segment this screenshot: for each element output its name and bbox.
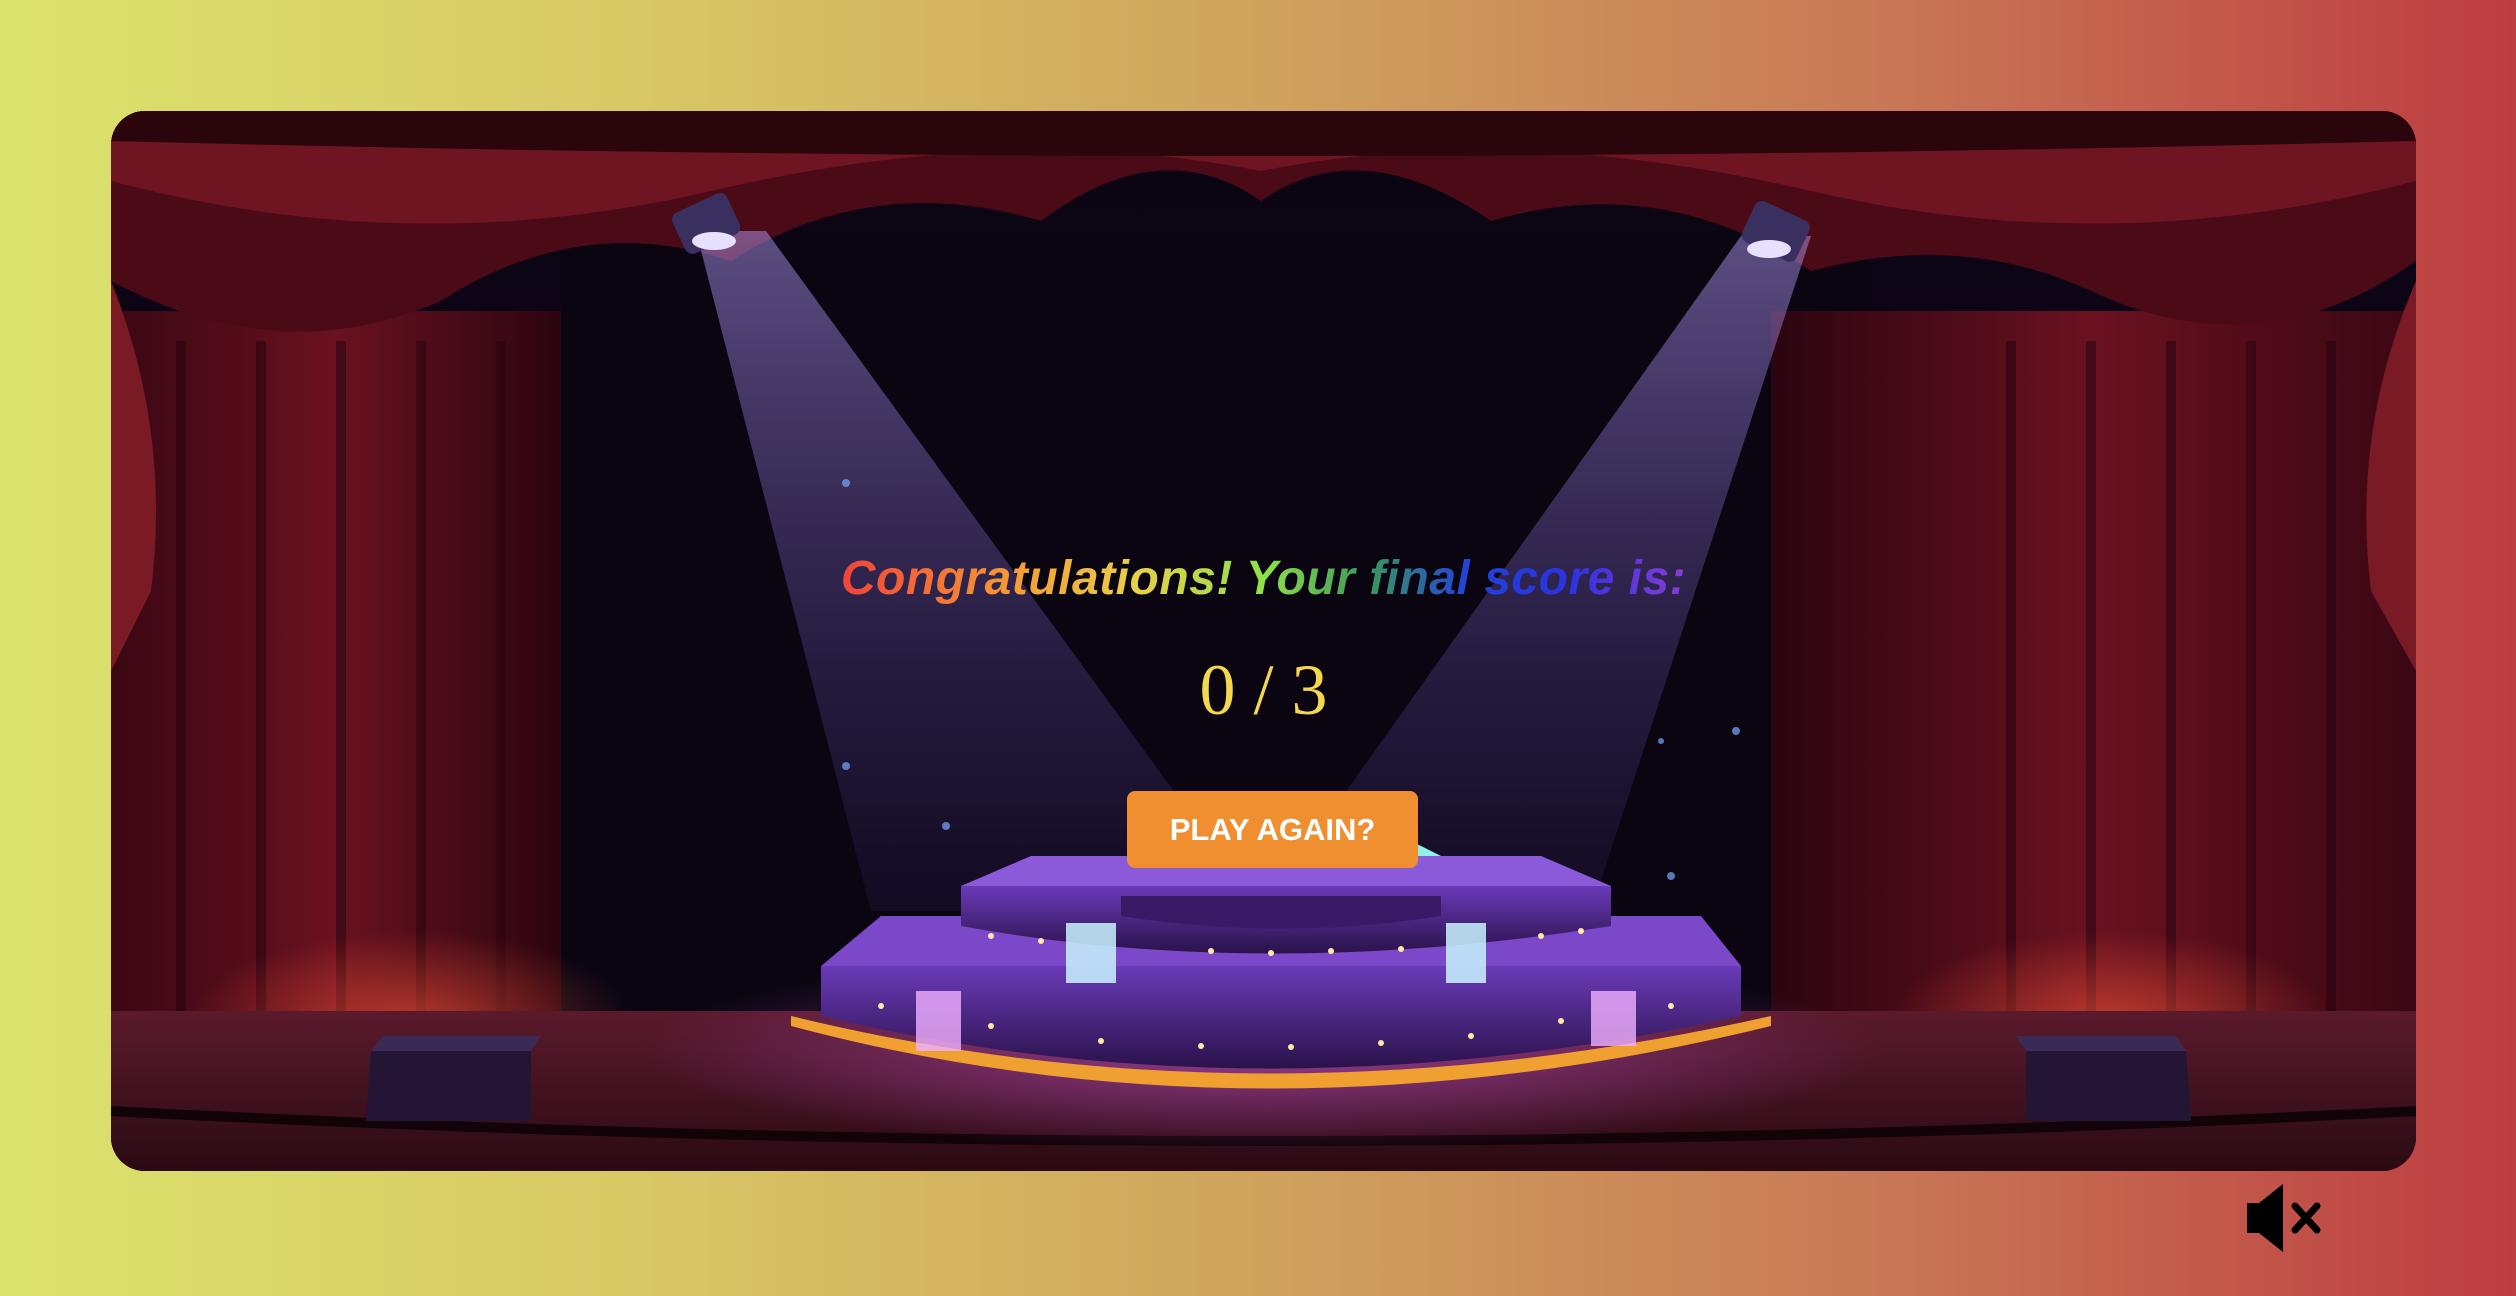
game-stage: Congratulations! Your final score is: 0 … <box>111 111 2416 1171</box>
play-again-button[interactable]: PLAY AGAIN? <box>1127 791 1418 868</box>
final-score: 0 / 3 <box>1199 650 1328 730</box>
speaker-muted-icon[interactable] <box>2245 1178 2329 1258</box>
congratulations-title: Congratulations! Your final score is: <box>840 552 1687 605</box>
theater-stage-illustration <box>111 111 2416 1171</box>
